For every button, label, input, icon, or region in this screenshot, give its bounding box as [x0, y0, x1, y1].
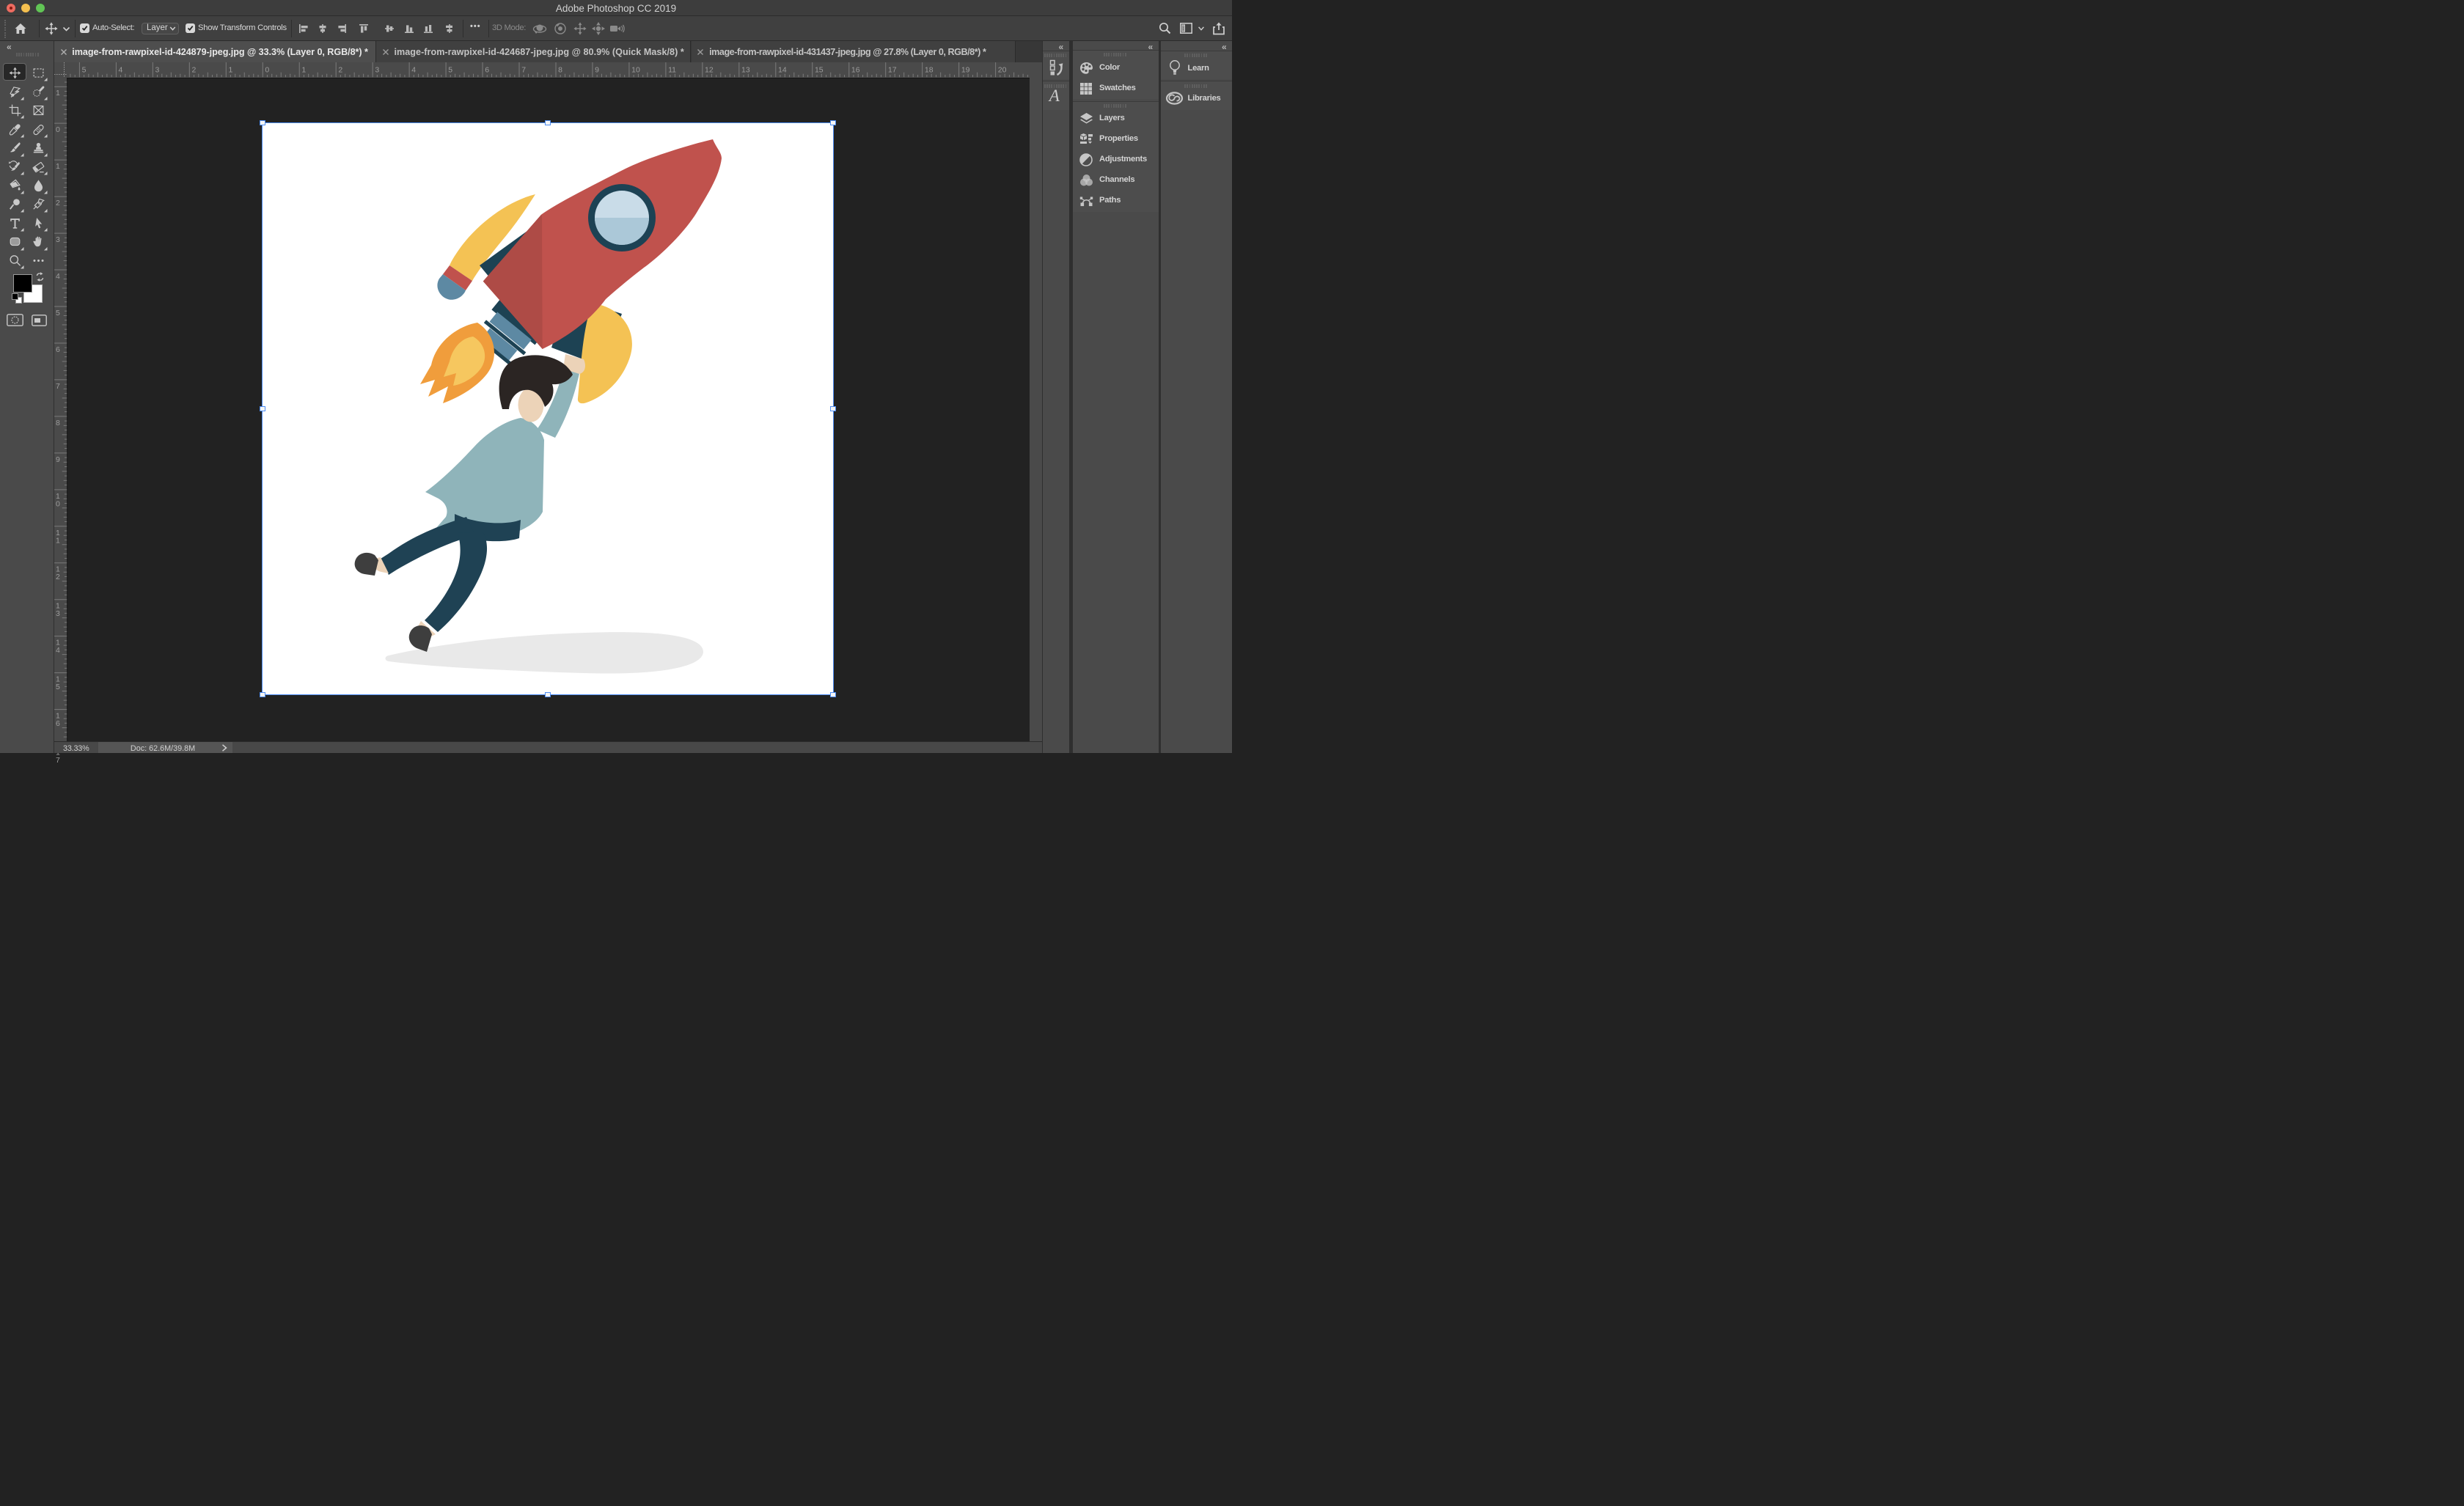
svg-text:4: 4: [411, 67, 416, 75]
svg-text:1: 1: [56, 163, 60, 171]
svg-text:7: 7: [521, 67, 526, 75]
svg-text:3: 3: [155, 67, 160, 75]
svg-text:5: 5: [56, 309, 60, 317]
svg-text:1: 1: [56, 537, 60, 545]
svg-text:0: 0: [56, 500, 60, 508]
svg-text:8: 8: [558, 67, 562, 75]
svg-text:1: 1: [56, 89, 60, 98]
svg-text:1: 1: [56, 602, 60, 610]
svg-text:2: 2: [56, 573, 60, 581]
svg-text:3: 3: [375, 67, 379, 75]
svg-text:1: 1: [228, 67, 232, 75]
svg-text:1: 1: [56, 492, 60, 500]
svg-text:4: 4: [56, 647, 60, 655]
svg-text:20: 20: [998, 67, 1007, 75]
svg-text:4: 4: [119, 67, 123, 75]
svg-text:9: 9: [56, 455, 60, 463]
svg-text:2: 2: [56, 199, 60, 207]
svg-text:7: 7: [56, 757, 60, 765]
svg-text:11: 11: [668, 67, 676, 75]
svg-text:5: 5: [82, 67, 87, 75]
svg-text:16: 16: [851, 67, 860, 75]
svg-text:6: 6: [56, 346, 60, 354]
svg-text:3: 3: [56, 610, 60, 618]
svg-text:1: 1: [56, 712, 60, 720]
svg-text:5: 5: [448, 67, 452, 75]
svg-text:1: 1: [56, 529, 60, 537]
svg-text:6: 6: [56, 720, 60, 728]
svg-text:17: 17: [888, 67, 897, 75]
svg-text:13: 13: [741, 67, 750, 75]
svg-text:9: 9: [595, 67, 599, 75]
svg-text:14: 14: [778, 67, 787, 75]
svg-text:15: 15: [815, 67, 824, 75]
svg-text:5: 5: [56, 683, 60, 691]
svg-text:7: 7: [56, 383, 60, 391]
svg-text:1: 1: [56, 639, 60, 647]
svg-text:6: 6: [485, 67, 489, 75]
svg-text:2: 2: [191, 67, 196, 75]
svg-text:0: 0: [265, 67, 269, 75]
svg-text:2: 2: [338, 67, 342, 75]
svg-text:8: 8: [56, 419, 60, 427]
svg-text:1: 1: [56, 565, 60, 573]
svg-text:19: 19: [961, 67, 970, 75]
svg-text:3: 3: [56, 236, 60, 244]
svg-text:1: 1: [56, 675, 60, 683]
svg-text:18: 18: [925, 67, 934, 75]
svg-text:1: 1: [301, 67, 306, 75]
svg-text:12: 12: [705, 67, 714, 75]
svg-text:10: 10: [631, 67, 640, 75]
svg-text:4: 4: [56, 273, 60, 281]
svg-text:0: 0: [56, 126, 60, 134]
